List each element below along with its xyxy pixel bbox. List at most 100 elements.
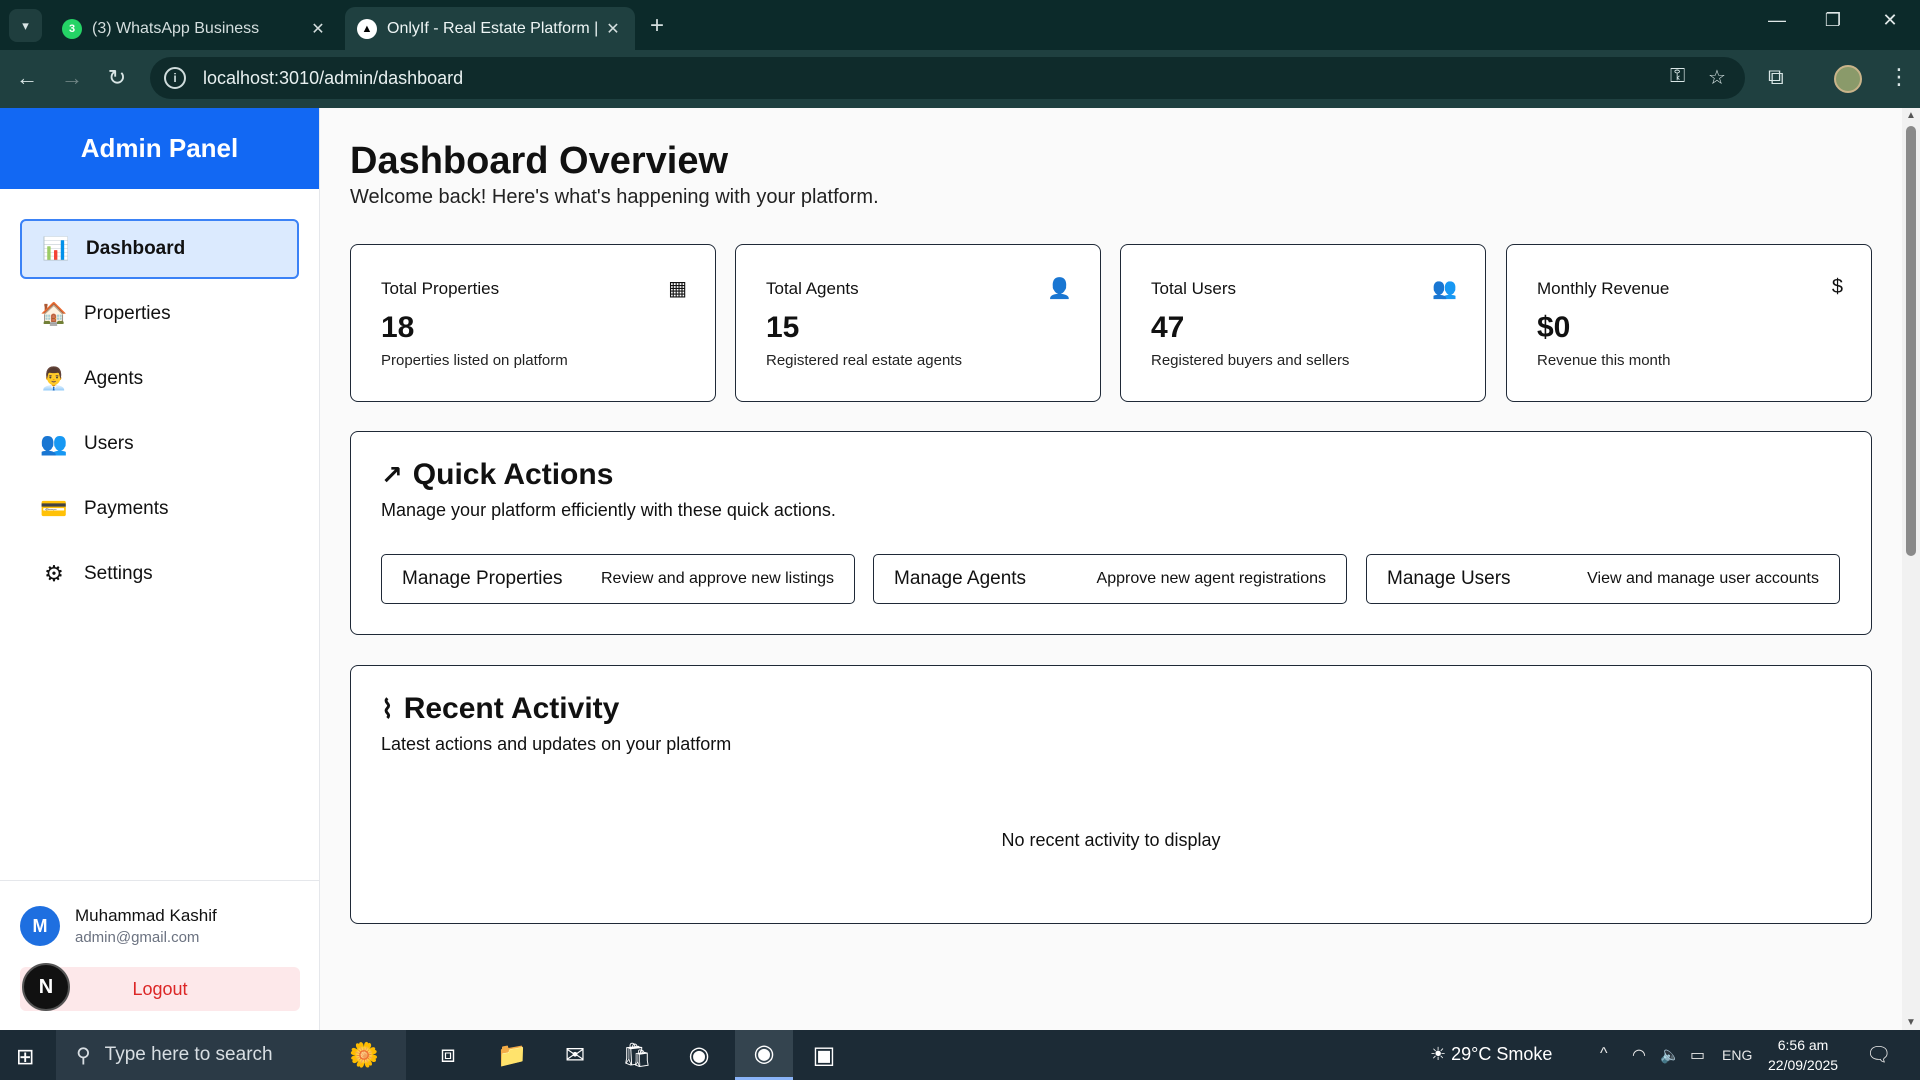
manage-agents-button[interactable]: Manage Agents Approve new agent registra…	[873, 554, 1347, 604]
search-icon: ⚲	[76, 1044, 91, 1067]
clock-time: 6:56 am	[1777, 1037, 1829, 1053]
sidebar-item-users[interactable]: 👥 Users	[20, 414, 299, 474]
manage-users-button[interactable]: Manage Users View and manage user accoun…	[1366, 554, 1840, 604]
stat-desc: Registered buyers and sellers	[1151, 352, 1350, 369]
chevron-up-icon[interactable]: ^	[1600, 1045, 1608, 1063]
user-check-icon: 👤	[1047, 278, 1072, 300]
brand-title: Admin Panel	[0, 108, 319, 189]
sidebar-item-settings[interactable]: ⚙ Settings	[20, 544, 299, 604]
minimize-icon[interactable]: —	[1757, 10, 1797, 31]
sidebar-item-payments[interactable]: 💳 Payments	[20, 479, 299, 539]
action-desc: Approve new agent registrations	[1096, 570, 1326, 587]
forward-arrow-icon[interactable]: →	[57, 65, 87, 91]
url-text: localhost:3010/admin/dashboard	[203, 67, 464, 88]
avatar: M	[20, 906, 60, 946]
reload-icon[interactable]: ↻	[102, 65, 132, 91]
section-heading: Recent Activity	[403, 692, 620, 725]
language-indicator[interactable]: ENG	[1722, 1047, 1752, 1063]
chrome-icon[interactable]: ◉	[675, 1038, 723, 1072]
taskbar-clock[interactable]: 6:56 am 22/09/2025	[1768, 1035, 1838, 1075]
scrollbar-thumb[interactable]	[1906, 126, 1916, 556]
restore-icon[interactable]: ❐	[1813, 10, 1853, 31]
stat-card-users: Total Users 👥 47 Registered buyers and s…	[1120, 244, 1486, 402]
weather-text: 29°C Smoke	[1451, 1044, 1553, 1064]
stat-desc: Registered real estate agents	[766, 352, 962, 369]
triangle-logo-icon: ▲	[357, 18, 377, 39]
wifi-icon[interactable]: ◠	[1632, 1045, 1646, 1065]
house-icon: 🏠	[40, 301, 68, 326]
building-icon: ▦	[668, 278, 687, 300]
user-email: admin@gmail.com	[75, 929, 200, 946]
star-icon[interactable]: ☆	[1708, 65, 1726, 90]
recent-activity-panel: ⌇ Recent Activity Latest actions and upd…	[350, 665, 1872, 924]
user-name: Muhammad Kashif	[75, 906, 217, 925]
window-close-icon[interactable]: ✕	[1870, 10, 1910, 31]
close-icon[interactable]: ✕	[308, 19, 328, 39]
quick-actions-desc: Manage your platform efficiently with th…	[381, 500, 836, 520]
weather-sun-icon: ☀	[1430, 1044, 1447, 1064]
stat-label: Total Properties	[381, 279, 500, 298]
news-widget-icon[interactable]: 🌼	[340, 1038, 388, 1072]
task-view-icon[interactable]: ⧈	[424, 1038, 472, 1072]
sidebar-nav: 📊 Dashboard 🏠 Properties 👨‍💼 Agents 👥 Us…	[0, 189, 319, 604]
browser-tab-bar: ▾ 3 (3) WhatsApp Business ✕ ▲ OnlyIf - R…	[0, 0, 1920, 50]
action-desc: Review and approve new listings	[600, 570, 834, 587]
bar-chart-icon: 📊	[42, 236, 70, 261]
tab-onlyif[interactable]: ▲ OnlyIf - Real Estate Platform | B ✕	[345, 7, 635, 50]
sidebar-item-dashboard[interactable]: 📊 Dashboard	[20, 219, 299, 279]
battery-icon[interactable]: ▭	[1690, 1045, 1705, 1065]
recent-activity-title: ⌇ Recent Activity	[381, 692, 619, 726]
profile-avatar[interactable]	[1834, 65, 1862, 93]
stat-value: $0	[1537, 311, 1571, 344]
main-content: Dashboard Overview Welcome back! Here's …	[320, 108, 1902, 1030]
windows-start-icon[interactable]: ⊞	[16, 1044, 34, 1070]
sidebar-item-label: Properties	[84, 303, 171, 324]
key-icon[interactable]: ⚿	[1670, 65, 1685, 88]
action-title: Manage Users	[1387, 568, 1511, 589]
volume-icon[interactable]: 🔈	[1660, 1045, 1680, 1065]
sidebar-item-label: Payments	[84, 498, 169, 519]
new-tab-plus-icon[interactable]: +	[650, 12, 664, 40]
stat-label: Total Users	[1151, 279, 1237, 298]
nextjs-dev-badge-icon[interactable]: N	[22, 963, 70, 1011]
scroll-down-icon[interactable]: ▼	[1906, 1017, 1916, 1028]
action-desc: View and manage user accounts	[1587, 570, 1819, 587]
gear-icon: ⚙	[44, 561, 64, 586]
stat-label: Monthly Revenue	[1537, 279, 1670, 298]
scroll-up-icon[interactable]: ▲	[1906, 110, 1916, 121]
manage-properties-button[interactable]: Manage Properties Review and approve new…	[381, 554, 855, 604]
stat-card-revenue: Monthly Revenue $ $0 Revenue this month	[1506, 244, 1872, 402]
stat-card-properties: Total Properties ▦ 18 Properties listed …	[350, 244, 716, 402]
notification-icon[interactable]: 🗨	[1866, 1042, 1891, 1067]
extensions-icon[interactable]: ⧉	[1768, 64, 1784, 90]
clock-date: 22/09/2025	[1768, 1057, 1839, 1073]
whatsapp-icon: 3	[62, 18, 82, 39]
tab-whatsapp[interactable]: 3 (3) WhatsApp Business ✕	[50, 7, 340, 50]
page-scrollbar[interactable]: ▲ ▼	[1902, 108, 1920, 1030]
store-icon[interactable]: 🛍	[613, 1038, 661, 1072]
address-bar[interactable]: i localhost:3010/admin/dashboard ⚿ ☆	[150, 57, 1745, 99]
sidebar-item-label: Users	[84, 433, 134, 454]
chrome-profile-icon[interactable]: ◉	[735, 1030, 793, 1080]
quick-actions-panel: ↗ Quick Actions Manage your platform eff…	[350, 431, 1872, 635]
terminal-app-icon[interactable]: ▣	[800, 1038, 848, 1072]
file-explorer-icon[interactable]: 📁	[488, 1038, 536, 1072]
dollar-icon: $	[1831, 276, 1843, 298]
tab-search-chevron-icon[interactable]: ▾	[9, 9, 42, 42]
browser-toolbar: ← → ↻ i localhost:3010/admin/dashboard ⚿…	[0, 50, 1920, 108]
action-title: Manage Agents	[894, 568, 1027, 589]
stat-value: 47	[1151, 311, 1185, 344]
menu-dots-icon[interactable]: ⋮	[1888, 64, 1910, 90]
card-icon: 💳	[40, 496, 68, 521]
sidebar-item-properties[interactable]: 🏠 Properties	[20, 284, 299, 344]
stat-card-agents: Total Agents 👤 15 Registered real estate…	[735, 244, 1101, 402]
sidebar-item-agents[interactable]: 👨‍💼 Agents	[20, 349, 299, 409]
site-info-icon[interactable]: i	[164, 67, 186, 89]
close-icon[interactable]: ✕	[603, 19, 623, 39]
weather-widget[interactable]: ☀ 29°C Smoke	[1430, 1044, 1552, 1065]
tab-title: (3) WhatsApp Business	[92, 19, 260, 37]
section-heading: Quick Actions	[412, 458, 614, 491]
page-title: Dashboard Overview	[350, 140, 729, 182]
back-arrow-icon[interactable]: ←	[12, 65, 42, 91]
outlook-icon[interactable]: ✉	[551, 1038, 599, 1072]
